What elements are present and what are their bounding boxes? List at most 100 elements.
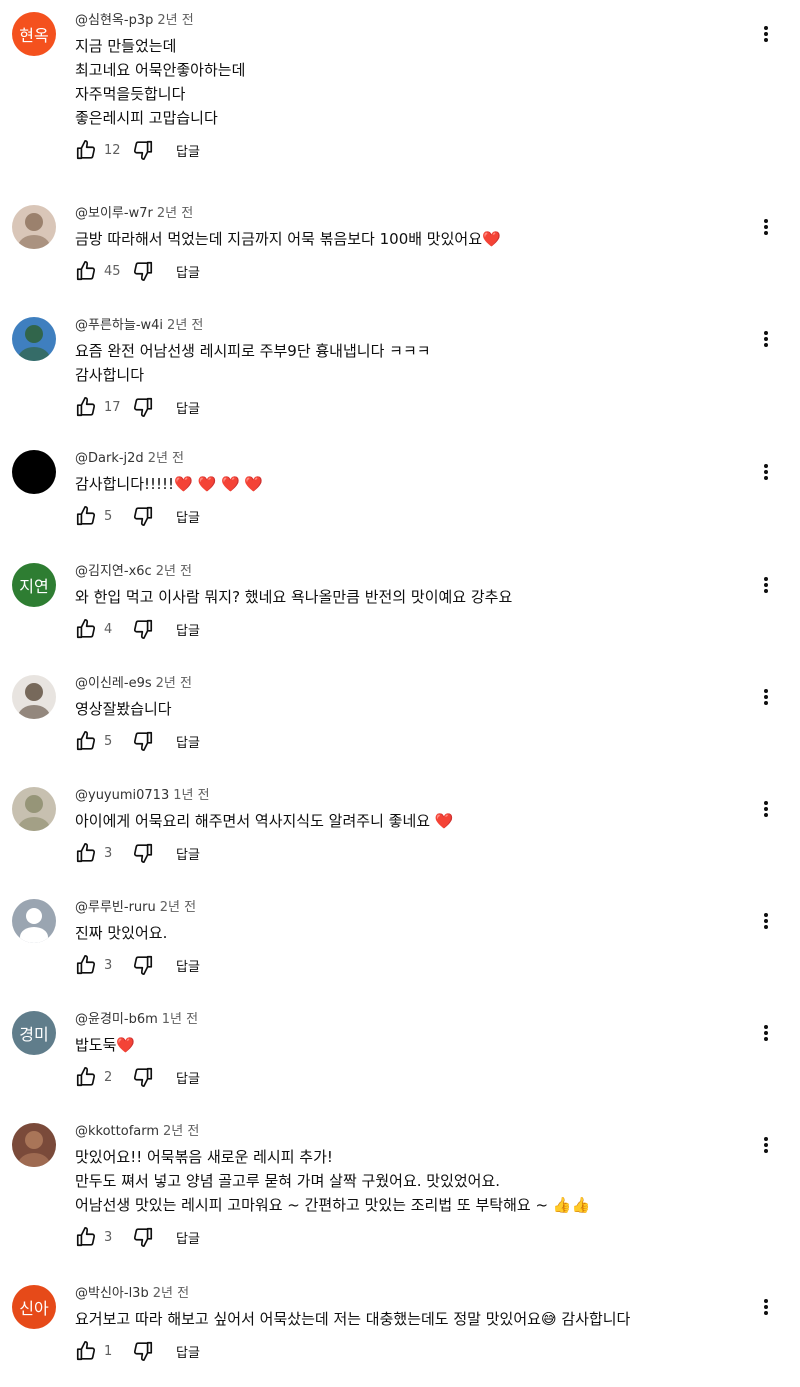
like-icon[interactable] — [75, 1066, 97, 1088]
like-count: 1 — [104, 1343, 113, 1359]
more-options-icon[interactable] — [760, 215, 772, 239]
like-icon[interactable] — [75, 842, 97, 864]
like-icon[interactable] — [75, 618, 97, 640]
dislike-icon[interactable] — [132, 1066, 154, 1088]
more-options-icon[interactable] — [760, 327, 772, 351]
author-name[interactable]: @이신레-e9s — [75, 676, 152, 691]
reply-button[interactable]: 답글 — [176, 844, 200, 863]
reply-button[interactable]: 답글 — [176, 1068, 200, 1087]
avatar[interactable]: 지연 — [12, 563, 56, 607]
like-count: 4 — [104, 621, 113, 637]
comment-actions: 1 답글 — [75, 1339, 740, 1363]
author-name[interactable]: @kkottofarm — [75, 1124, 159, 1139]
comment-body: @이신레-e9s 2년 전 영상잘봤습니다 5 답글 — [75, 675, 740, 753]
reply-button[interactable]: 답글 — [176, 141, 200, 160]
comment-time: 2년 전 — [163, 1124, 200, 1139]
dislike-icon[interactable] — [132, 618, 154, 640]
comment-text: 영상잘봤습니다 — [75, 697, 740, 721]
comment-time: 1년 전 — [173, 788, 210, 803]
like-icon[interactable] — [75, 1226, 97, 1248]
avatar[interactable] — [12, 450, 56, 494]
comment-text-line: 감사합니다!!!!!❤️ ❤️ ❤️ ❤️ — [75, 475, 264, 493]
reply-button[interactable]: 답글 — [176, 262, 200, 281]
comment-body: @kkottofarm 2년 전 맛있어요!! 어묵볶음 새로운 레시피 추가! 만두… — [75, 1123, 740, 1249]
reply-button[interactable]: 답글 — [176, 1228, 200, 1247]
comment-text: 밥도둑❤️ — [75, 1033, 740, 1057]
reply-button[interactable]: 답글 — [176, 732, 200, 751]
dislike-icon[interactable] — [132, 1340, 154, 1362]
like-icon[interactable] — [75, 260, 97, 282]
comment-header: @윤경미-b6m 1년 전 — [75, 1011, 740, 1029]
avatar[interactable]: 경미 — [12, 1011, 56, 1055]
comment-text: 아이에게 어묵요리 해주면서 역사지식도 알려주니 좋네요 ❤️ — [75, 809, 740, 833]
comment-actions: 12 답글 — [75, 138, 740, 162]
reply-button[interactable]: 답글 — [176, 1342, 200, 1361]
like-icon[interactable] — [75, 505, 97, 527]
like-count: 17 — [104, 399, 121, 415]
dislike-icon[interactable] — [132, 954, 154, 976]
author-name[interactable]: @Dark-j2d — [75, 451, 144, 466]
like-icon[interactable] — [75, 730, 97, 752]
reply-button[interactable]: 답글 — [176, 398, 200, 417]
author-name[interactable]: @루루빈-ruru — [75, 900, 156, 915]
author-name[interactable]: @박신아-l3b — [75, 1286, 149, 1301]
avatar[interactable] — [12, 899, 56, 943]
comment-time: 2년 전 — [147, 451, 185, 466]
comment-text-line: 진짜 맛있어요. — [75, 924, 168, 942]
author-name[interactable]: @yuyumi0713 — [75, 788, 169, 803]
dislike-icon[interactable] — [132, 730, 154, 752]
dislike-icon[interactable] — [132, 505, 154, 527]
more-options-icon[interactable] — [760, 573, 772, 597]
comment-text: 요즘 완전 어남선생 레시피로 주부9단 흉내냅니다 ㅋㅋㅋ 감사합니다 — [75, 339, 740, 387]
comment-header: @kkottofarm 2년 전 — [75, 1123, 740, 1141]
author-name[interactable]: @심현옥-p3p — [75, 13, 153, 28]
more-options-icon[interactable] — [760, 1295, 772, 1319]
avatar-initials: 지연 — [19, 577, 49, 596]
more-options-icon[interactable] — [760, 909, 772, 933]
comment-text-line: 아이에게 어묵요리 해주면서 역사지식도 알려주니 좋네요 ❤️ — [75, 812, 454, 830]
avatar[interactable] — [12, 205, 56, 249]
more-options-icon[interactable] — [760, 685, 772, 709]
like-count: 5 — [104, 508, 113, 524]
avatar[interactable] — [12, 317, 56, 361]
author-name[interactable]: @푸른하늘-w4i — [75, 318, 163, 333]
author-name[interactable]: @보이루-w7r — [75, 206, 153, 221]
avatar[interactable]: 신아 — [12, 1285, 56, 1329]
more-options-icon[interactable] — [760, 1021, 772, 1045]
comment-text-line: 만두도 쪄서 넣고 양념 골고루 묻혀 가며 살짝 구웠어요. 맛있었어요. — [75, 1172, 501, 1190]
author-name[interactable]: @윤경미-b6m — [75, 1012, 158, 1027]
comment-actions: 3 답글 — [75, 841, 740, 865]
dislike-icon[interactable] — [132, 842, 154, 864]
avatar[interactable] — [12, 1123, 56, 1167]
comment-text: 와 한입 먹고 이사람 뭐지? 했네요 욕나올만큼 반전의 맛이예요 강추요 — [75, 585, 740, 609]
comment-header: @박신아-l3b 2년 전 — [75, 1285, 740, 1303]
more-options-icon[interactable] — [760, 460, 772, 484]
avatar[interactable]: 현옥 — [12, 12, 56, 56]
author-name[interactable]: @김지연-x6c — [75, 564, 152, 579]
reply-button[interactable]: 답글 — [176, 956, 200, 975]
like-icon[interactable] — [75, 1340, 97, 1362]
dislike-icon[interactable] — [132, 396, 154, 418]
like-icon[interactable] — [75, 139, 97, 161]
comment-actions: 2 답글 — [75, 1065, 740, 1089]
like-icon[interactable] — [75, 396, 97, 418]
comment-time: 2년 전 — [167, 318, 204, 333]
more-options-icon[interactable] — [760, 1133, 772, 1157]
reply-button[interactable]: 답글 — [176, 620, 200, 639]
dislike-icon[interactable] — [132, 1226, 154, 1248]
more-options-icon[interactable] — [760, 22, 772, 46]
default-avatar-icon — [20, 908, 48, 943]
reply-button[interactable]: 답글 — [176, 507, 200, 526]
avatar[interactable] — [12, 675, 56, 719]
more-options-icon[interactable] — [760, 797, 772, 821]
like-count: 12 — [104, 142, 121, 158]
like-icon[interactable] — [75, 954, 97, 976]
dislike-icon[interactable] — [132, 260, 154, 282]
comment-body: @심현옥-p3p 2년 전 지금 만들었는데 최고네요 어묵안좋아하는데 자주먹을듯합니… — [75, 12, 740, 162]
comment-actions: 4 답글 — [75, 617, 740, 641]
avatar[interactable] — [12, 787, 56, 831]
dislike-icon[interactable] — [132, 139, 154, 161]
comment-actions: 3 답글 — [75, 953, 740, 977]
comment-text-line: 요즘 완전 어남선생 레시피로 주부9단 흉내냅니다 ㅋㅋㅋ — [75, 342, 431, 360]
comment-body: @yuyumi0713 1년 전아이에게 어묵요리 해주면서 역사지식도 알려주니… — [75, 787, 740, 865]
